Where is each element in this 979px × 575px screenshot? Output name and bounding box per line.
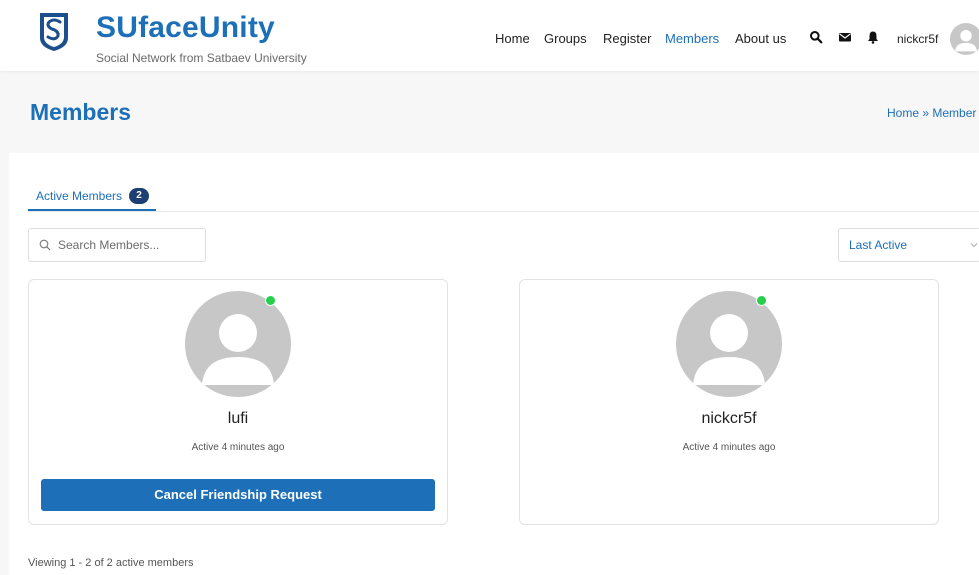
logo-icon[interactable] <box>36 10 72 52</box>
nav-register[interactable]: Register <box>603 31 651 47</box>
site-header: SUfaceUnity Social Network from Satbaev … <box>0 0 979 71</box>
search-placeholder: Search Members... <box>58 238 160 252</box>
search-icon[interactable] <box>809 30 823 44</box>
nav-members[interactable]: Members <box>665 31 719 47</box>
brand-subtitle: Social Network from Satbaev University <box>96 51 307 65</box>
active-members-count-badge: 2 <box>129 188 149 204</box>
member-avatar[interactable] <box>185 291 291 397</box>
member-name[interactable]: nickcr5f <box>520 409 938 429</box>
sort-selected-value: Last Active <box>849 238 908 252</box>
sort-order-select[interactable]: Last Active <box>838 228 979 262</box>
user-avatar-icon <box>955 29 977 52</box>
default-avatar-icon <box>202 314 274 385</box>
member-last-active: Active 4 minutes ago <box>191 442 285 453</box>
member-name[interactable]: lufi <box>29 409 447 429</box>
member-card: nickcr5f Active 4 minutes ago <box>519 279 939 525</box>
nav-home[interactable]: Home <box>495 31 530 47</box>
bell-icon[interactable] <box>866 30 880 44</box>
pagination-count-text: Viewing 1 - 2 of 2 active members <box>28 557 194 569</box>
nav-groups[interactable]: Groups <box>544 31 587 47</box>
tab-active-members[interactable]: Active Members <box>36 188 122 204</box>
search-members-input[interactable]: Search Members... <box>28 228 206 262</box>
chevron-down-icon <box>970 243 978 248</box>
member-card: lufi Active 4 minutes ago Cancel Friends… <box>28 279 448 525</box>
default-avatar-icon <box>693 314 765 385</box>
brand-title[interactable]: SUfaceUnity <box>96 10 275 46</box>
breadcrumb[interactable]: Home » Member <box>887 105 976 121</box>
search-input-icon <box>39 239 51 251</box>
user-avatar[interactable] <box>950 23 979 55</box>
envelope-icon[interactable] <box>838 30 852 44</box>
member-last-active: Active 4 minutes ago <box>682 442 776 453</box>
online-status-indicator <box>756 295 767 306</box>
username-link[interactable]: nickcr5f <box>897 31 938 47</box>
page-title: Members <box>30 99 131 125</box>
nav-about-us[interactable]: About us <box>735 31 786 47</box>
cancel-friendship-request-button[interactable]: Cancel Friendship Request <box>41 479 435 511</box>
tabs-divider <box>28 211 979 212</box>
member-avatar[interactable] <box>676 291 782 397</box>
online-status-indicator <box>265 295 276 306</box>
